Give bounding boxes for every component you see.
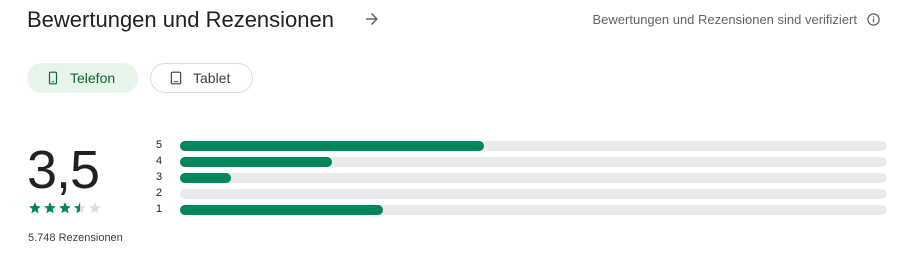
bar-fill: [180, 157, 332, 167]
rating-bar-1: 1: [156, 202, 887, 218]
star-full-icon: [29, 202, 41, 214]
bar-label: 5: [156, 139, 163, 151]
star-empty-icon: [89, 202, 101, 214]
verified-note: Bewertungen und Rezensionen sind verifiz…: [593, 12, 882, 27]
star-half-icon: [74, 202, 86, 214]
chip-tablet-label: Tablet: [193, 70, 231, 86]
bar-label: 2: [156, 187, 163, 199]
bar-label: 4: [156, 155, 163, 167]
bar-track: [180, 157, 887, 167]
bar-label: 1: [156, 203, 163, 215]
bar-fill: [180, 141, 484, 151]
verified-text: Bewertungen und Rezensionen sind verifiz…: [592, 12, 858, 27]
rating-bar-2: 2: [156, 186, 887, 202]
average-rating: 3,5: [27, 140, 100, 200]
star-rating: [28, 201, 102, 215]
chip-telefon-label: Telefon: [70, 70, 116, 86]
star-full-icon: [44, 202, 56, 214]
chip-tablet[interactable]: Tablet: [150, 63, 253, 93]
bar-fill: [180, 173, 231, 183]
rating-bar-5: 5: [156, 138, 887, 154]
rating-bar-4: 4: [156, 154, 887, 170]
reviews-header: Bewertungen und Rezensionen Bewertungen …: [27, 4, 881, 34]
tablet-icon: [170, 71, 182, 85]
info-icon[interactable]: [866, 12, 881, 27]
bar-track: [180, 173, 887, 183]
chip-telefon[interactable]: Telefon: [27, 63, 138, 93]
bar-track: [180, 189, 887, 199]
star-full-icon: [59, 202, 71, 214]
phone-icon: [48, 71, 58, 85]
section-title: Bewertungen und Rezensionen: [27, 7, 335, 32]
rating-bar-3: 3: [156, 170, 887, 186]
reviews-count: 5.748 Rezensionen: [28, 232, 123, 244]
bar-label: 3: [156, 171, 163, 183]
bar-track: [180, 205, 887, 215]
bar-fill: [180, 205, 383, 215]
bar-track: [180, 141, 887, 151]
rating-distribution: 5 4 3 2 1: [156, 138, 887, 218]
device-chips: Telefon Tablet: [27, 63, 253, 93]
arrow-right-icon[interactable]: [363, 10, 381, 28]
